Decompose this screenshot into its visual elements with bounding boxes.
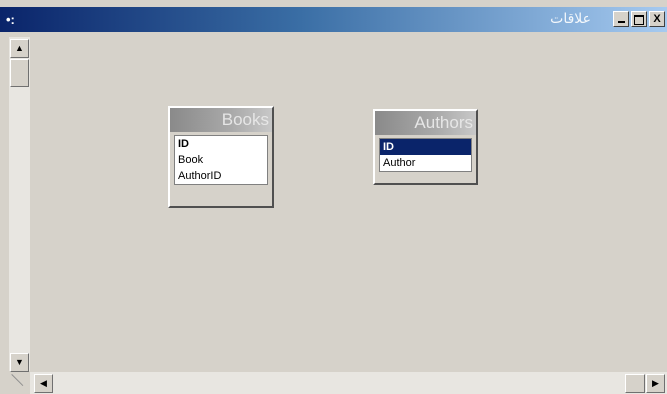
minimize-icon [617,21,625,23]
field-item-selected[interactable]: ID [380,139,471,155]
scroll-down-button[interactable]: ▼ [10,353,29,372]
field-item[interactable]: ID [175,136,267,152]
field-item[interactable]: AuthorID [175,168,267,184]
horizontal-scroll-thumb[interactable] [625,374,645,393]
field-item[interactable]: Book [175,152,267,168]
field-item[interactable]: Author [380,155,471,171]
maximize-icon [634,15,644,25]
arrow-right-icon: ▶ [652,378,659,388]
vertical-scroll-thumb[interactable] [10,59,29,87]
scroll-left-button[interactable]: ◀ [34,374,53,393]
table-authors[interactable]: Authors ID Author [373,109,478,185]
arrow-down-icon: ▼ [15,357,24,367]
horizontal-scrollbar[interactable]: ◀ ▶ [30,372,667,394]
table-title[interactable]: Books [170,108,272,132]
relationships-window: •: علاقات X ▲ ▼ ◀ ▶ Books ID Book Author… [0,0,667,394]
table-books[interactable]: Books ID Book AuthorID [168,106,274,208]
maximize-button[interactable] [631,11,647,27]
table-title[interactable]: Authors [375,111,476,135]
system-menu-icon[interactable]: •: [6,13,20,26]
size-grip[interactable] [9,372,30,394]
arrow-up-icon: ▲ [15,43,24,53]
arrow-left-icon: ◀ [40,378,47,388]
title-bar[interactable]: •: علاقات X [0,7,667,32]
field-list: ID Author [379,138,472,172]
relationships-canvas[interactable]: ▲ ▼ ◀ ▶ Books ID Book AuthorID Authors I… [0,32,667,394]
close-icon: X [653,13,661,25]
vertical-scrollbar[interactable]: ▲ ▼ [9,37,30,372]
close-button[interactable]: X [649,11,665,27]
scroll-up-button[interactable]: ▲ [10,39,29,58]
scroll-right-button[interactable]: ▶ [646,374,665,393]
field-list: ID Book AuthorID [174,135,268,185]
window-title: علاقات [550,11,591,27]
minimize-button[interactable] [613,11,629,27]
